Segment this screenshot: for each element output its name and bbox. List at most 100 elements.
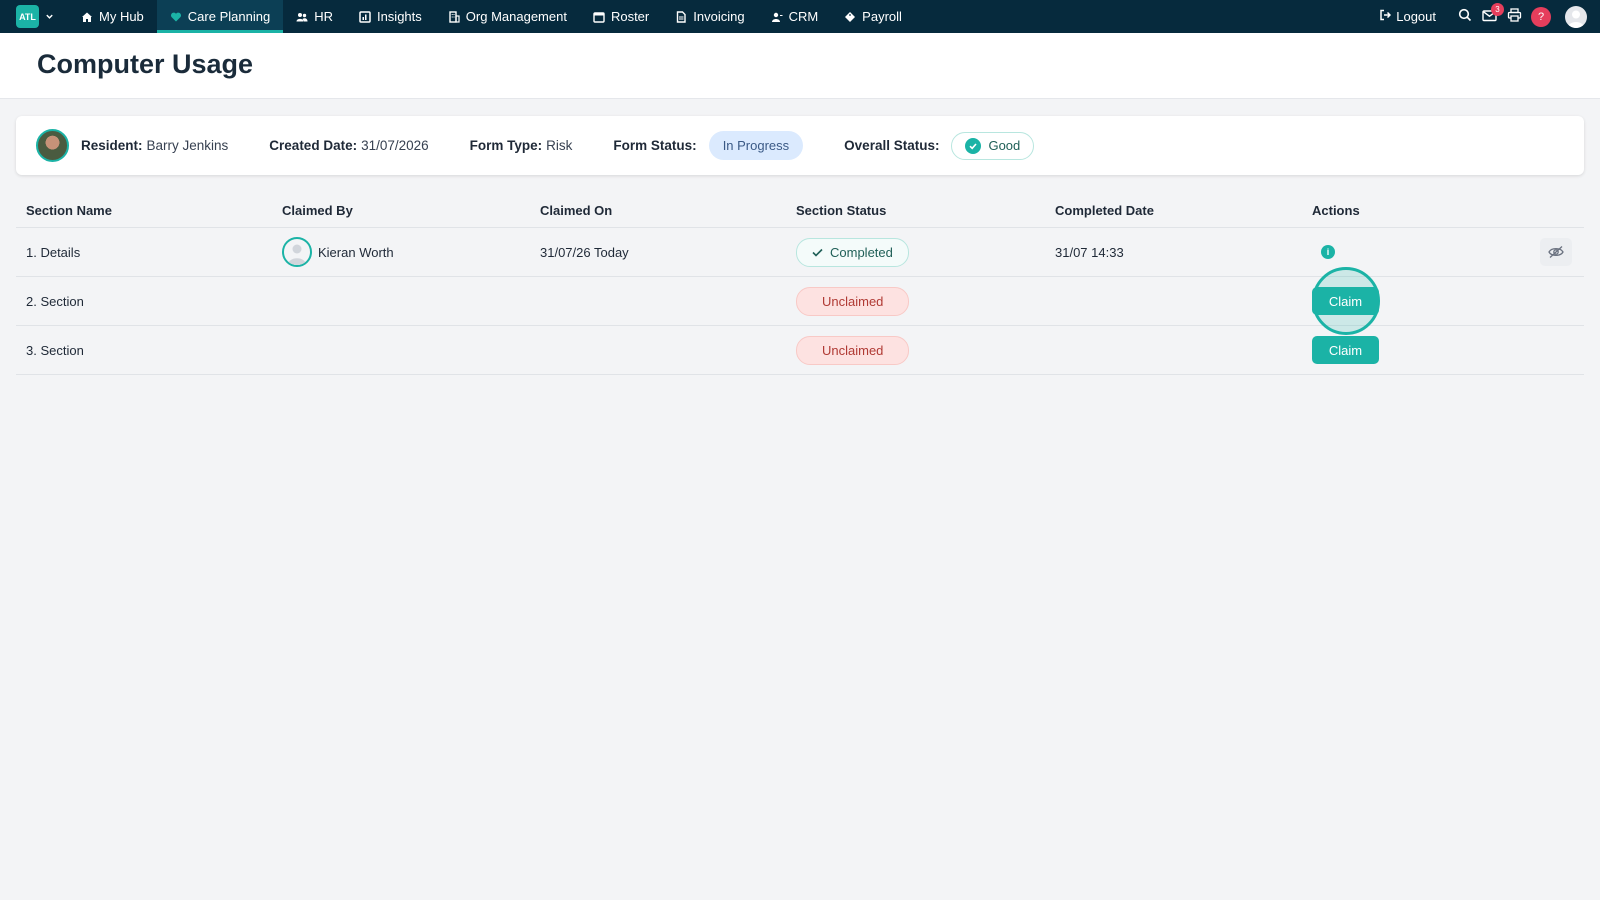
claim-button[interactable]: Claim (1312, 287, 1379, 315)
nav-label: Care Planning (187, 9, 271, 24)
completed-date: 31/07 14:33 (1055, 244, 1124, 260)
nav-label: Insights (376, 9, 422, 24)
claimed-by-cell: Kieran Worth (282, 237, 394, 267)
eye-off-icon (1540, 238, 1572, 266)
status-completed-pill: Completed (796, 237, 909, 267)
form-type-field: Form Type: Risk (470, 138, 573, 153)
search-button[interactable] (1452, 4, 1477, 29)
section-name: 2. Section (26, 293, 84, 309)
created-date-field: Created Date: 31/07/2026 (269, 138, 428, 153)
nav-label: CRM (788, 9, 819, 24)
nav-item-roster[interactable]: Roster (580, 0, 662, 33)
help-button[interactable]: ? (1531, 6, 1551, 27)
status-unclaimed-pill: Unclaimed (796, 335, 910, 365)
table-row[interactable]: 3. Section Unclaimed Claim (16, 326, 1584, 375)
hide-section-button[interactable] (1540, 238, 1572, 266)
form-type-value: Risk (546, 138, 573, 153)
claimed-by-name: Kieran Worth (318, 244, 394, 260)
status-badge: Completed (796, 237, 909, 267)
form-status-badge: In Progress (708, 131, 804, 160)
nav-item-my-hub[interactable]: My Hub (68, 0, 157, 33)
claim-button[interactable]: Claim (1312, 336, 1379, 364)
nav-item-hr[interactable]: HR (283, 0, 346, 33)
claim-action: Claim (1312, 336, 1379, 364)
check-icon (812, 245, 823, 260)
page-header: Computer Usage (0, 33, 1600, 99)
table-row[interactable]: 2. Section Unclaimed Claim (16, 267, 1584, 335)
status-label: Completed (830, 244, 893, 260)
overall-status-badge: Good (951, 131, 1035, 160)
section-name: 1. Details (26, 244, 81, 260)
claim-action: Claim (1311, 267, 1380, 335)
top-navigation: ATL My Hub Care Planning HR Insights Org… (0, 0, 1600, 33)
status-badge: Unclaimed (796, 335, 910, 365)
avatar (282, 237, 312, 267)
form-status-label: Form Status: (613, 138, 697, 153)
overall-status-label: Overall Status: (844, 138, 940, 153)
status-badge: Unclaimed (796, 286, 910, 316)
people-icon (296, 11, 308, 23)
tag-icon (844, 11, 856, 23)
claimed-on: 31/07/26 Today (540, 244, 629, 260)
logout-label: Logout (1396, 9, 1436, 24)
created-date-value: 31/07/2026 (361, 138, 429, 153)
table-header: Section Name Claimed By Claimed On Secti… (16, 193, 1584, 228)
print-button[interactable] (1502, 4, 1527, 29)
form-info-card: Resident: Barry Jenkins Created Date: 31… (16, 116, 1584, 175)
column-header-actions: Actions (1312, 202, 1360, 218)
resident-photo (36, 129, 69, 162)
resident-name: Barry Jenkins (146, 138, 229, 153)
search-icon (1458, 8, 1472, 25)
column-header-completed-date: Completed Date (1055, 202, 1154, 218)
resident-field: Resident: Barry Jenkins (81, 138, 228, 153)
nav-label: Org Management (465, 9, 567, 24)
brand-logo: ATL (16, 5, 39, 28)
nav-label: Roster (610, 9, 650, 24)
info-icon: i (1321, 245, 1335, 259)
check-circle-icon (965, 137, 982, 154)
section-name: 3. Section (26, 342, 84, 358)
messages-button[interactable]: 3 (1477, 3, 1504, 29)
nav-item-org-management[interactable]: Org Management (435, 0, 580, 33)
nav-item-insights[interactable]: Insights (346, 0, 435, 33)
chart-icon (359, 10, 371, 23)
created-date-label: Created Date: (269, 138, 358, 153)
nav-label: Invoicing (693, 9, 745, 24)
claim-wrap: Claim (1311, 267, 1380, 335)
document-icon (675, 10, 687, 23)
building-icon (448, 10, 460, 23)
status-unclaimed-pill: Unclaimed (796, 286, 910, 316)
org-switcher[interactable]: ATL (16, 5, 54, 28)
column-header-section-status: Section Status (796, 202, 887, 218)
calendar-icon (593, 11, 605, 23)
sections-table: Section Name Claimed By Claimed On Secti… (16, 193, 1584, 375)
nav-item-crm[interactable]: CRM (758, 0, 832, 33)
home-icon (81, 11, 93, 23)
info-button[interactable]: i (1321, 245, 1335, 259)
page-title: Computer Usage (37, 49, 254, 79)
column-header-claimed-on: Claimed On (540, 202, 613, 218)
nav-right-group: Logout 3 ? (1379, 0, 1600, 33)
form-status-field: Form Status: In Progress (613, 131, 804, 160)
nav-label: Payroll (862, 9, 902, 24)
printer-icon (1507, 8, 1522, 25)
form-type-label: Form Type: (469, 138, 543, 153)
logout-icon (1379, 9, 1392, 24)
logout-button[interactable]: Logout (1379, 9, 1436, 24)
user-avatar[interactable] (1565, 5, 1587, 28)
user-silhouette-icon (288, 244, 306, 265)
nav-label: My Hub (99, 9, 144, 24)
column-header-claimed-by: Claimed By (282, 202, 353, 218)
overall-status-value: Good (988, 138, 1021, 153)
nav-label: HR (314, 9, 333, 24)
chevron-down-icon (45, 12, 54, 21)
nav-item-payroll[interactable]: Payroll (831, 0, 915, 33)
column-header-section-name: Section Name (26, 202, 112, 218)
heart-icon (170, 11, 182, 23)
nav-item-invoicing[interactable]: Invoicing (662, 0, 757, 33)
nav-item-care-planning[interactable]: Care Planning (156, 0, 284, 33)
overall-status-field: Overall Status: Good (844, 131, 1035, 160)
contacts-icon (771, 11, 783, 23)
user-silhouette-icon (1568, 10, 1584, 28)
resident-label: Resident: (81, 138, 143, 153)
